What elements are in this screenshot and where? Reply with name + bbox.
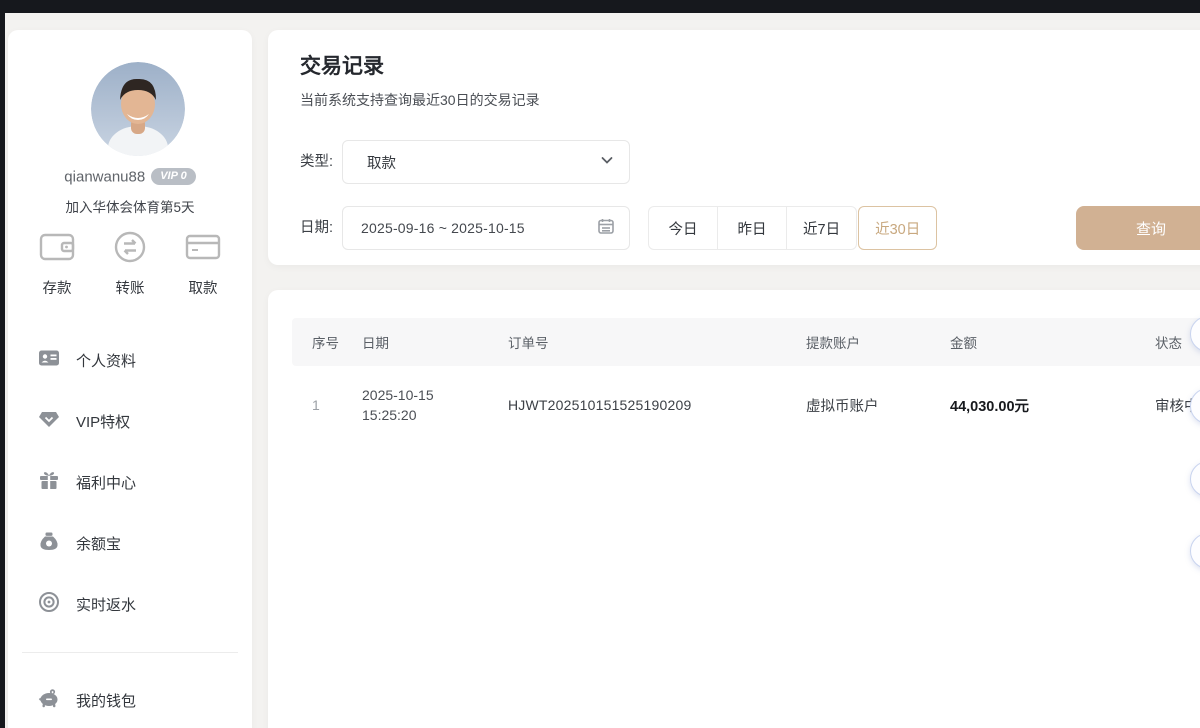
sidebar-item-benefits[interactable]: 福利中心 (8, 452, 252, 513)
search-button[interactable]: 查询 (1076, 206, 1200, 250)
quick-filter-today[interactable]: 今日 (648, 206, 718, 250)
gift-icon (38, 469, 60, 496)
gem-icon (38, 408, 60, 435)
table-header-row: 序号 日期 订单号 提款账户 金额 状态 (292, 318, 1200, 366)
sidebar-item-label: 个人资料 (76, 350, 136, 371)
table-row: 1 2025-10-15 15:25:20 HJWT20251015152519… (292, 366, 1200, 444)
transfer-label: 转账 (116, 277, 145, 298)
cell-index: 1 (292, 397, 362, 413)
date-quick-filters: 今日 昨日 近7日 近30日 (648, 206, 937, 250)
join-days-text: 加入华体会体育第5天 (8, 196, 252, 216)
sidebar-menu: 个人资料 VIP特权 福利中心 (8, 330, 252, 635)
sidebar-item-rebate[interactable]: 实时返水 (8, 574, 252, 635)
deposit-button[interactable]: 存款 (38, 230, 76, 298)
window-left-frame (0, 0, 5, 728)
col-header-amount: 金额 (950, 332, 1155, 352)
id-card-icon (38, 347, 60, 374)
page-subtitle: 当前系统支持查询最近30日的交易记录 (300, 90, 540, 110)
profile-sidebar: qianwanu88 VIP 0 加入华体会体育第5天 存款 转账 (8, 30, 252, 728)
withdraw-label: 取款 (189, 277, 218, 298)
sidebar-item-label: 福利中心 (76, 472, 136, 493)
quick-filter-30days[interactable]: 近30日 (858, 206, 937, 250)
rebate-coin-icon (38, 591, 60, 618)
deposit-label: 存款 (43, 277, 72, 298)
sidebar-item-label: 实时返水 (76, 594, 136, 615)
window-top-frame (0, 0, 1200, 13)
date-range-input[interactable]: 2025-09-16 ~ 2025-10-15 (342, 206, 630, 250)
sidebar-item-label: 我的钱包 (76, 690, 136, 711)
records-table-panel: 序号 日期 订单号 提款账户 金额 状态 1 2025-10-15 15:25:… (268, 290, 1200, 728)
col-header-index: 序号 (292, 332, 362, 352)
cell-date: 2025-10-15 15:25:20 (362, 385, 508, 426)
chevron-down-icon (599, 152, 615, 173)
type-select-value: 取款 (367, 152, 599, 173)
wallet-icon (38, 230, 76, 269)
transfer-icon (111, 230, 149, 269)
calendar-icon (597, 217, 615, 240)
date-range-value: 2025-09-16 ~ 2025-10-15 (361, 220, 597, 236)
avatar (91, 62, 185, 156)
cell-order-number: HJWT202510151525190209 (508, 397, 806, 413)
wallet-actions: 存款 转账 取款 (8, 230, 252, 298)
sidebar-item-label: 余额宝 (76, 533, 121, 554)
sidebar-item-vip[interactable]: VIP特权 (8, 391, 252, 452)
col-header-account: 提款账户 (806, 332, 950, 352)
vip-badge: VIP 0 (151, 168, 196, 185)
quick-filter-7days[interactable]: 近7日 (786, 206, 857, 250)
type-field-label: 类型: (300, 140, 333, 184)
sidebar-item-label: VIP特权 (76, 411, 130, 432)
piggy-bank-icon (38, 687, 60, 714)
sidebar-item-yuebao[interactable]: 余额宝 (8, 513, 252, 574)
withdraw-button[interactable]: 取款 (184, 230, 222, 298)
bank-card-icon (184, 230, 222, 269)
quick-filter-yesterday[interactable]: 昨日 (717, 206, 787, 250)
username: qianwanu88 (64, 168, 145, 185)
filter-panel: 交易记录 当前系统支持查询最近30日的交易记录 类型: 取款 日期: 2025-… (268, 30, 1200, 265)
date-field-label: 日期: (300, 206, 333, 250)
transfer-button[interactable]: 转账 (111, 230, 149, 298)
sidebar-item-my-wallet[interactable]: 我的钱包 (8, 670, 252, 728)
sidebar-divider (22, 652, 238, 653)
sidebar-item-profile[interactable]: 个人资料 (8, 330, 252, 391)
col-header-order: 订单号 (508, 332, 806, 352)
type-select[interactable]: 取款 (342, 140, 630, 184)
page-title: 交易记录 (300, 50, 384, 80)
col-header-date: 日期 (362, 332, 508, 352)
money-bag-icon (38, 530, 60, 557)
sidebar-menu-bottom: 我的钱包 (8, 670, 252, 728)
cell-amount: 44,030.00元 (950, 395, 1155, 416)
cell-account: 虚拟币账户 (806, 395, 950, 416)
